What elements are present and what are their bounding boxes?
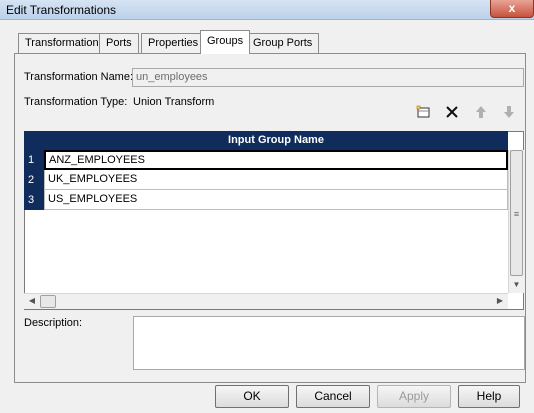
scroll-down-arrow-icon[interactable]: ▼ xyxy=(510,278,523,292)
tab-groups[interactable]: Groups xyxy=(200,30,251,54)
ok-button[interactable]: OK xyxy=(215,385,289,408)
scroll-right-arrow-icon[interactable]: ▶ xyxy=(494,295,506,307)
apply-button[interactable]: Apply xyxy=(377,385,451,408)
window-title: Edit Transformations xyxy=(6,3,117,17)
tab-transformation[interactable]: Transformation xyxy=(18,33,106,53)
transformation-name-field[interactable]: un_employees xyxy=(132,68,524,87)
description-label: Description: xyxy=(24,317,83,329)
description-field[interactable] xyxy=(133,316,525,370)
table-row-cell[interactable]: ANZ_EMPLOYEES xyxy=(44,150,508,170)
close-button[interactable]: x xyxy=(490,0,534,18)
help-button[interactable]: Help xyxy=(458,385,520,408)
row-number[interactable]: 1 xyxy=(24,150,44,170)
grid-corner xyxy=(24,131,44,150)
horizontal-scroll-thumb[interactable] xyxy=(40,295,56,308)
transformation-type-value: Union Transform xyxy=(133,96,215,108)
scroll-left-arrow-icon[interactable]: ◀ xyxy=(26,295,38,307)
move-down-icon[interactable] xyxy=(500,103,518,121)
delete-icon[interactable] xyxy=(443,103,461,121)
tab-group-ports[interactable]: Group Ports xyxy=(246,33,320,53)
row-number[interactable]: 2 xyxy=(24,170,44,190)
new-row-icon[interactable] xyxy=(415,103,433,121)
vertical-scroll-thumb[interactable]: ≡ xyxy=(510,150,523,276)
transformation-type-label: Transformation Type: xyxy=(24,96,128,108)
table-row-cell[interactable]: UK_EMPLOYEES xyxy=(44,170,508,190)
cancel-button[interactable]: Cancel xyxy=(296,385,370,408)
tab-properties[interactable]: Properties xyxy=(141,33,206,53)
column-header-input-group-name[interactable]: Input Group Name xyxy=(44,131,508,150)
tab-ports[interactable]: Ports xyxy=(99,33,139,53)
row-number[interactable]: 3 xyxy=(24,190,44,210)
table-row-cell[interactable]: US_EMPLOYEES xyxy=(44,190,508,210)
horizontal-scrollbar[interactable] xyxy=(24,293,508,309)
move-up-icon[interactable] xyxy=(472,103,490,121)
transformation-name-label: Transformation Name: xyxy=(24,71,134,83)
